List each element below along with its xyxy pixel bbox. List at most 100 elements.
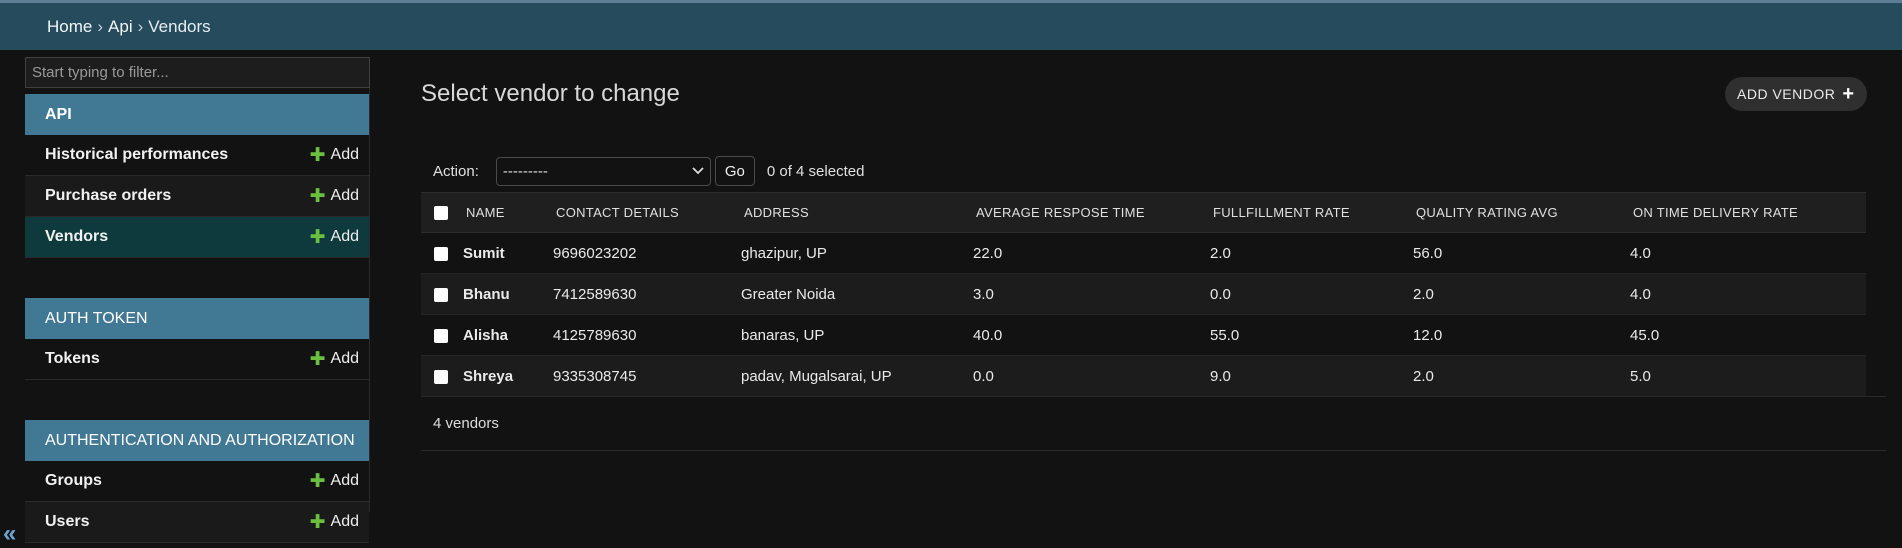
cell-contact: 4125789630 <box>553 314 741 356</box>
column-header-contact[interactable]: CONTACT DETAILS <box>553 192 741 233</box>
add-label: Add <box>330 350 359 367</box>
breadcrumb-separator: › <box>137 16 144 36</box>
module-header-authentication[interactable]: AUTHENTICATION AND AUTHORIZATION <box>25 420 369 461</box>
sidebar-item-groups[interactable]: Groups ✚ Add <box>25 461 369 502</box>
add-label: Add <box>330 228 359 245</box>
plus-icon: ✚ <box>309 185 326 207</box>
add-link[interactable]: ✚ Add <box>310 187 359 206</box>
module-authentication: AUTHENTICATION AND AUTHORIZATION Groups … <box>25 420 369 543</box>
cell-fulfillment: 2.0 <box>1210 232 1413 274</box>
row-checkbox[interactable] <box>434 369 448 384</box>
go-button[interactable]: Go <box>714 156 755 186</box>
select-all-checkbox[interactable] <box>421 192 463 233</box>
column-header-fulfillment[interactable]: FULLFILLMENT RATE <box>1210 192 1413 233</box>
selection-count: 0 of 4 selected <box>766 162 865 180</box>
cell-on-time: 4.0 <box>1630 273 1866 315</box>
sidebar-item-label[interactable]: Users <box>45 513 89 531</box>
checkbox-icon[interactable] <box>434 206 448 221</box>
cell-quality: 2.0 <box>1413 355 1630 397</box>
cell-fulfillment: 0.0 <box>1210 273 1413 315</box>
table-row: Shreya 9335308745 padav, Mugalsarai, UP … <box>421 355 1866 397</box>
sidebar-item-label[interactable]: Purchase orders <box>45 187 171 205</box>
sidebar-item-purchase-orders[interactable]: Purchase orders ✚ Add <box>25 176 369 217</box>
sidebar-item-label[interactable]: Tokens <box>45 350 100 368</box>
plus-icon: ✚ <box>309 348 326 370</box>
column-header-name[interactable]: NAME <box>463 192 553 233</box>
cell-on-time: 45.0 <box>1630 314 1866 356</box>
sidebar-item-tokens[interactable]: Tokens ✚ Add <box>25 339 369 380</box>
cell-address: ghazipur, UP <box>741 232 973 274</box>
breadcrumb: Home › Api › Vendors <box>0 3 1902 50</box>
action-select[interactable]: --------- <box>495 156 711 186</box>
add-label: Add <box>330 187 359 204</box>
actions-bar: Action: --------- Go 0 of 4 selected <box>421 150 1866 192</box>
nav-filter-input[interactable]: Start typing to filter... <box>25 57 370 88</box>
add-label: Add <box>330 513 359 530</box>
column-header-quality[interactable]: QUALITY RATING AVG <box>1413 192 1630 233</box>
add-label: Add <box>330 472 359 489</box>
cell-address: banaras, UP <box>741 314 973 356</box>
plus-icon: ✚ <box>309 511 326 533</box>
cell-response-time: 0.0 <box>973 355 1210 397</box>
column-header-on-time[interactable]: ON TIME DELIVERY RATE <box>1630 192 1866 233</box>
table-row: Bhanu 7412589630 Greater Noida 3.0 0.0 2… <box>421 273 1866 315</box>
row-checkbox[interactable] <box>434 328 448 343</box>
row-checkbox[interactable] <box>434 246 448 261</box>
cell-response-time: 40.0 <box>973 314 1210 356</box>
add-link[interactable]: ✚ Add <box>310 472 359 491</box>
row-checkbox[interactable] <box>434 287 448 302</box>
cell-on-time: 4.0 <box>1630 232 1866 274</box>
cell-address: Greater Noida <box>741 273 973 315</box>
action-selected-value: --------- <box>502 162 548 180</box>
cell-quality: 2.0 <box>1413 273 1630 315</box>
sidebar-item-users[interactable]: Users ✚ Add <box>25 502 369 543</box>
cell-on-time: 5.0 <box>1630 355 1866 397</box>
plus-icon: + <box>1842 82 1855 105</box>
sidebar-item-label[interactable]: Vendors <box>45 228 108 246</box>
cell-contact: 9696023202 <box>553 232 741 274</box>
cell-fulfillment: 9.0 <box>1210 355 1413 397</box>
sidebar-item-label[interactable]: Groups <box>45 472 102 490</box>
table-header-row: NAME CONTACT DETAILS ADDRESS AVERAGE RES… <box>421 192 1866 233</box>
paginator: 4 vendors <box>421 396 1886 451</box>
vendor-name-link[interactable]: Shreya <box>463 355 553 397</box>
breadcrumb-api[interactable]: Api <box>108 17 133 37</box>
add-link[interactable]: ✚ Add <box>310 146 359 165</box>
main-content: Select vendor to change ADD VENDOR + Act… <box>421 50 1886 512</box>
module-header-auth-token[interactable]: AUTH TOKEN <box>25 298 369 339</box>
sidebar-item-label[interactable]: Historical performances <box>45 146 228 164</box>
table-row: Alisha 4125789630 banaras, UP 40.0 55.0 … <box>421 314 1866 356</box>
module-api: API Historical performances ✚ Add Purchas… <box>25 94 369 258</box>
cell-address: padav, Mugalsarai, UP <box>741 355 973 397</box>
add-vendor-button[interactable]: ADD VENDOR + <box>1725 77 1867 111</box>
column-header-address[interactable]: ADDRESS <box>741 192 973 233</box>
add-link[interactable]: ✚ Add <box>310 513 359 532</box>
cell-quality: 56.0 <box>1413 232 1630 274</box>
add-link[interactable]: ✚ Add <box>310 228 359 247</box>
add-vendor-label: ADD VENDOR <box>1737 86 1836 102</box>
plus-icon: ✚ <box>309 144 326 166</box>
results-table: NAME CONTACT DETAILS ADDRESS AVERAGE RES… <box>421 192 1866 397</box>
cell-fulfillment: 55.0 <box>1210 314 1413 356</box>
module-header-api[interactable]: API <box>25 94 369 135</box>
column-header-response-time[interactable]: AVERAGE RESPOSE TIME <box>973 192 1210 233</box>
cell-contact: 7412589630 <box>553 273 741 315</box>
vendor-name-link[interactable]: Alisha <box>463 314 553 356</box>
breadcrumb-separator: › <box>97 16 104 36</box>
action-label: Action: <box>433 162 479 180</box>
page-title: Select vendor to change <box>421 80 680 107</box>
breadcrumb-home[interactable]: Home <box>47 17 92 37</box>
plus-icon: ✚ <box>309 470 326 492</box>
cell-quality: 12.0 <box>1413 314 1630 356</box>
vendor-name-link[interactable]: Sumit <box>463 232 553 274</box>
add-label: Add <box>330 146 359 163</box>
collapse-sidebar-icon[interactable]: « <box>3 520 16 548</box>
cell-contact: 9335308745 <box>553 355 741 397</box>
cell-response-time: 22.0 <box>973 232 1210 274</box>
breadcrumb-current: Vendors <box>148 16 211 36</box>
vendor-name-link[interactable]: Bhanu <box>463 273 553 315</box>
chevron-down-icon <box>692 167 704 175</box>
sidebar-item-historical-performances[interactable]: Historical performances ✚ Add <box>25 135 369 176</box>
add-link[interactable]: ✚ Add <box>310 350 359 369</box>
sidebar-item-vendors[interactable]: Vendors ✚ Add <box>25 217 369 258</box>
